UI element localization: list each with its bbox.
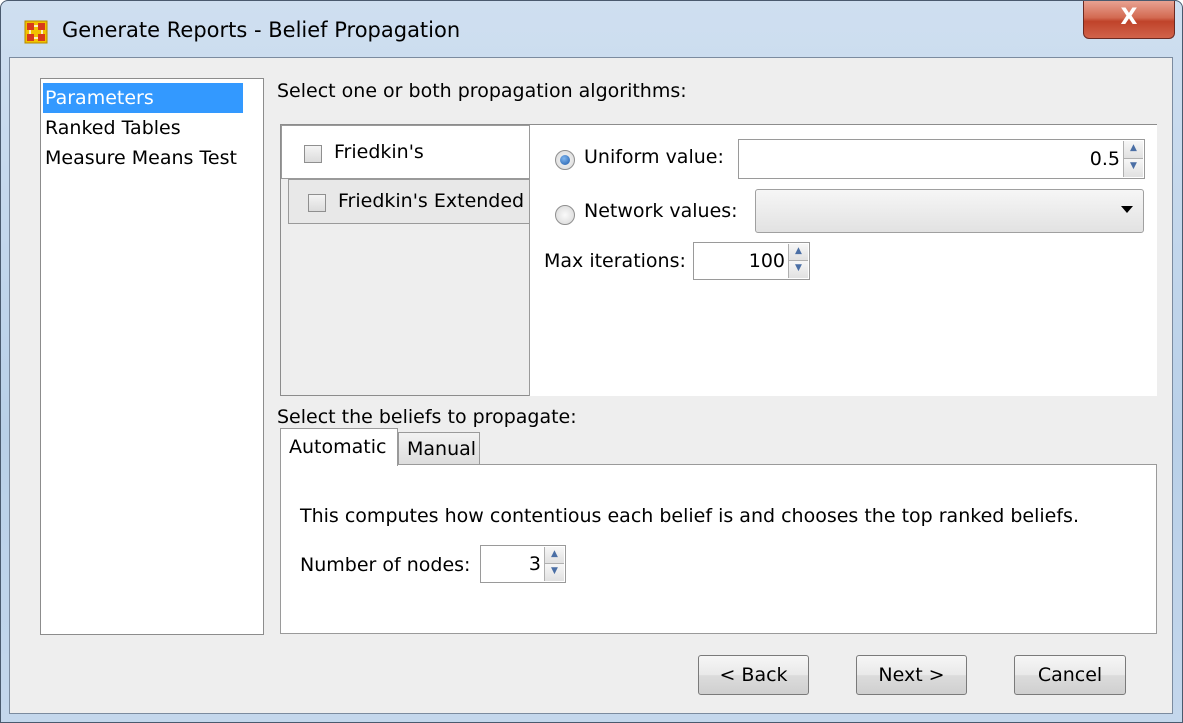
max-iterations-field[interactable]: 100 xyxy=(749,243,785,279)
nav-item-ranked-tables[interactable]: Ranked Tables xyxy=(43,113,181,143)
back-button[interactable]: < Back xyxy=(698,655,809,695)
spinner-up-icon[interactable]: ▲ xyxy=(545,547,564,564)
spinner-down-icon[interactable]: ▼ xyxy=(1124,159,1143,177)
algorithm-friedkin[interactable]: Friedkin's xyxy=(281,125,530,179)
nav-item-parameters[interactable]: Parameters xyxy=(43,83,243,113)
dialog-content: Parameters Ranked Tables Measure Means T… xyxy=(9,57,1173,714)
close-button[interactable]: X xyxy=(1083,1,1175,39)
tab-manual[interactable]: Manual xyxy=(398,432,480,465)
nav-item-measure-means-test[interactable]: Measure Means Test xyxy=(43,143,237,173)
friedkin-label: Friedkin's xyxy=(334,141,424,163)
uniform-value-label: Uniform value: xyxy=(584,146,724,168)
cancel-button[interactable]: Cancel xyxy=(1014,655,1126,695)
uniform-value-field[interactable]: 0.5 xyxy=(1090,140,1120,178)
number-of-nodes-field[interactable]: 3 xyxy=(529,546,541,582)
dialog-window: Generate Reports - Belief Propagation X … xyxy=(0,0,1183,723)
spinner-buttons: ▲ ▼ xyxy=(544,547,564,581)
beliefs-tabs: Automatic Manual This computes how conte… xyxy=(280,428,1157,634)
spinner-down-icon[interactable]: ▼ xyxy=(545,564,564,581)
friedkin-checkbox[interactable] xyxy=(304,145,322,163)
network-values-label: Network values: xyxy=(584,200,738,222)
network-values-dropdown[interactable] xyxy=(755,189,1144,233)
friedkin-extended-checkbox[interactable] xyxy=(308,194,326,212)
algorithm-settings: Uniform value: 0.5 ▲ ▼ Network values: M… xyxy=(529,125,1157,396)
spinner-up-icon[interactable]: ▲ xyxy=(1124,141,1143,159)
chevron-down-icon xyxy=(1121,206,1133,213)
next-button[interactable]: Next > xyxy=(856,655,967,695)
close-icon: X xyxy=(1120,5,1138,30)
uniform-value-spinner[interactable]: 0.5 ▲ ▼ xyxy=(738,139,1145,179)
algorithms-heading: Select one or both propagation algorithm… xyxy=(277,80,687,102)
automatic-description: This computes how contentious each belie… xyxy=(300,505,1079,527)
tab-automatic[interactable]: Automatic xyxy=(280,428,398,466)
window-title: Generate Reports - Belief Propagation xyxy=(62,18,461,42)
network-values-radio[interactable] xyxy=(555,205,575,225)
title-bar[interactable]: Generate Reports - Belief Propagation X xyxy=(1,1,1182,57)
number-of-nodes-label: Number of nodes: xyxy=(300,554,471,576)
app-icon xyxy=(24,20,48,44)
navigation-list: Parameters Ranked Tables Measure Means T… xyxy=(40,78,264,635)
spinner-down-icon[interactable]: ▼ xyxy=(789,261,808,278)
number-of-nodes-spinner[interactable]: 3 ▲ ▼ xyxy=(480,545,566,583)
algorithm-friedkin-extended[interactable]: Friedkin's Extended xyxy=(288,179,530,224)
uniform-value-radio[interactable] xyxy=(555,150,575,170)
spinner-up-icon[interactable]: ▲ xyxy=(789,244,808,261)
spinner-buttons: ▲ ▼ xyxy=(1123,141,1143,177)
friedkin-extended-label: Friedkin's Extended xyxy=(338,190,525,212)
max-iterations-label: Max iterations: xyxy=(544,250,686,272)
spinner-buttons: ▲ ▼ xyxy=(788,244,808,278)
max-iterations-spinner[interactable]: 100 ▲ ▼ xyxy=(693,242,810,280)
beliefs-heading: Select the beliefs to propagate: xyxy=(277,406,577,428)
automatic-tab-panel: This computes how contentious each belie… xyxy=(280,464,1157,634)
algorithms-panel: Friedkin's Friedkin's Extended Uniform v… xyxy=(280,124,1157,396)
